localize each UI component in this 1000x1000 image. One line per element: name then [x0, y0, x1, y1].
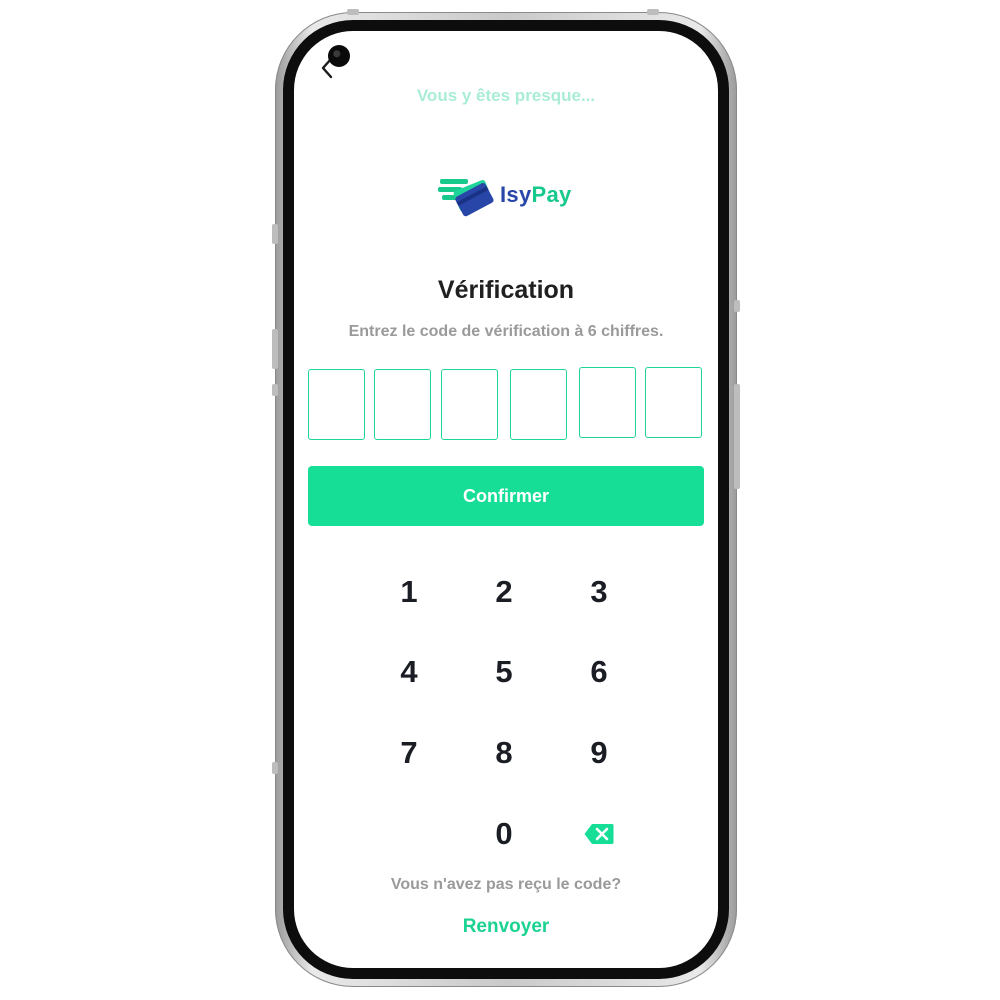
keypad-key-3[interactable]: 3	[564, 562, 634, 622]
side-button	[272, 762, 278, 774]
backspace-button[interactable]	[574, 814, 624, 854]
side-button	[272, 329, 278, 369]
backspace-icon	[584, 824, 614, 844]
side-button	[734, 300, 740, 312]
phone-bezel: Vous y êtes presque... IsyPay Vérificati…	[283, 20, 729, 979]
code-digit-input[interactable]	[374, 369, 431, 440]
screen: Vous y êtes presque... IsyPay Vérificati…	[294, 31, 718, 968]
code-digit-input[interactable]	[308, 369, 365, 440]
code-digit-input[interactable]	[645, 367, 702, 438]
keypad-key-9[interactable]: 9	[564, 723, 634, 783]
side-button	[734, 384, 740, 489]
brand-logo: IsyPay	[438, 171, 572, 219]
card-stack-icon	[438, 179, 494, 217]
no-code-text: Vous n'avez pas reçu le code?	[390, 876, 622, 893]
keypad-key-1[interactable]: 1	[374, 562, 444, 622]
front-camera	[328, 45, 350, 67]
side-button	[272, 224, 278, 244]
resend-link[interactable]: Renvoyer	[294, 916, 718, 938]
code-digit-input[interactable]	[579, 367, 636, 438]
code-digit-input[interactable]	[510, 369, 567, 440]
side-button	[272, 384, 278, 396]
progress-message: Vous y êtes presque...	[416, 86, 596, 105]
side-button	[347, 9, 359, 15]
keypad-key-4[interactable]: 4	[374, 642, 444, 702]
instruction-text: Entrez le code de vérification à 6 chiff…	[348, 323, 664, 340]
side-button	[647, 9, 659, 15]
keypad-key-6[interactable]: 6	[564, 642, 634, 702]
keypad-key-8[interactable]: 8	[469, 723, 539, 783]
code-digit-input[interactable]	[441, 369, 498, 440]
brand-name: IsyPay	[500, 182, 572, 207]
keypad-key-5[interactable]: 5	[469, 642, 539, 702]
page-title: Vérification	[437, 276, 575, 304]
keypad-key-2[interactable]: 2	[469, 562, 539, 622]
keypad-key-0[interactable]: 0	[469, 804, 539, 864]
confirm-button[interactable]: Confirmer	[308, 466, 704, 526]
keypad-key-7[interactable]: 7	[374, 723, 444, 783]
code-input-group	[308, 367, 704, 443]
phone-frame: Vous y êtes presque... IsyPay Vérificati…	[272, 9, 740, 987]
